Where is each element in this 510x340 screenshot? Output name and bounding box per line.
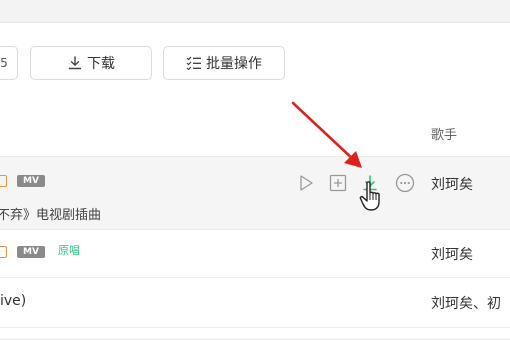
add-to-playlist-button[interactable] xyxy=(328,173,348,193)
singer-link[interactable]: 刘珂矣 xyxy=(431,174,473,194)
quality-tag xyxy=(0,246,7,258)
download-icon xyxy=(68,56,82,70)
play-icon xyxy=(300,175,313,191)
play-all-button[interactable]: 5 xyxy=(0,46,18,80)
download-label: 下载 xyxy=(87,56,115,72)
batch-operation-label: 批量操作 xyxy=(206,56,262,72)
column-header-singer: 歌手 xyxy=(431,128,458,143)
song-row[interactable]: ive) 刘珂矣、初 xyxy=(0,278,510,328)
song-title[interactable]: ive) xyxy=(0,293,26,309)
more-icon xyxy=(395,173,415,193)
singer-link[interactable]: 刘珂矣 xyxy=(431,244,473,264)
add-icon xyxy=(329,174,347,192)
top-bar xyxy=(0,0,510,23)
play-icon: 5 xyxy=(0,56,8,70)
download-button[interactable]: 下载 xyxy=(30,46,152,80)
original-tag: 原唱 xyxy=(58,244,80,257)
mv-tag[interactable]: MV xyxy=(17,175,45,187)
more-options-button[interactable] xyxy=(395,173,415,193)
song-subtitle: 不弃》电视剧插曲 xyxy=(0,208,102,223)
hand-cursor-icon xyxy=(359,181,380,211)
play-button[interactable] xyxy=(296,173,316,193)
batch-list-icon xyxy=(186,56,201,70)
mv-tag[interactable]: MV xyxy=(17,246,45,258)
singer-link[interactable]: 刘珂矣、初 xyxy=(431,293,501,313)
song-row[interactable]: MV 不弃》电视剧插曲 刘珂矣 xyxy=(0,157,510,230)
song-row[interactable] xyxy=(0,328,510,340)
quality-tag xyxy=(0,175,7,187)
song-list-header: 歌手 xyxy=(0,112,510,157)
batch-operation-button[interactable]: 批量操作 xyxy=(163,46,285,80)
song-row[interactable]: MV 原唱 刘珂矣 xyxy=(0,230,510,278)
